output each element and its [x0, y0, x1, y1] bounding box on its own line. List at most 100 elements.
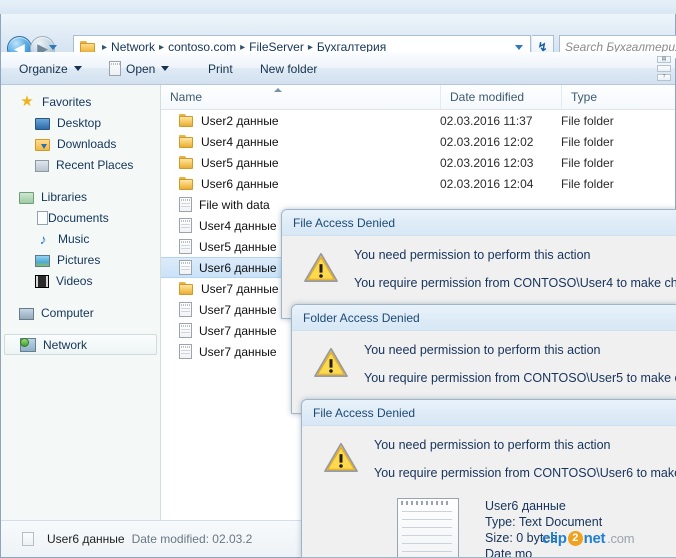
sidebar-group-libraries[interactable]: Libraries [1, 186, 160, 207]
table-row[interactable]: User2 данные 02.03.2016 11:37 File folde… [161, 110, 675, 131]
command-toolbar: Organize Open Print New folder ▤ ? [1, 52, 675, 85]
print-button[interactable]: Print [208, 52, 233, 85]
sidebar-item-documents[interactable]: Documents [1, 207, 160, 228]
organize-button[interactable]: Organize [19, 52, 82, 85]
breadcrumb-separator-3: ▸ [307, 41, 313, 53]
table-row[interactable]: User6 данные 02.03.2016 12:04 File folde… [161, 173, 675, 194]
row-name-label: User2 данные [201, 113, 279, 128]
open-button[interactable]: Open [109, 52, 170, 85]
sidebar-group-favorites[interactable]: ★ Favorites [1, 91, 160, 112]
file-icon [179, 260, 192, 275]
dialog-file-access-denied-1[interactable]: File Access Denied You need permission t… [281, 209, 676, 319]
dialog-headline: You need permission to perform this acti… [354, 248, 591, 262]
sidebar-item-label: Documents [48, 210, 109, 225]
dialog-title-bar: File Access Denied [282, 210, 676, 236]
column-header-type[interactable]: Type [561, 85, 675, 109]
row-name-cell: User4 данные [179, 135, 279, 149]
dialog-folder-access-denied[interactable]: Folder Access Denied You need permission… [291, 304, 676, 414]
sidebar-item-pictures[interactable]: Pictures [1, 249, 160, 270]
sidebar-item-videos[interactable]: Videos [1, 270, 160, 291]
dialog-detail: You require permission from CONTOSO\User… [374, 466, 676, 480]
table-row[interactable]: User5 данные 02.03.2016 12:03 File folde… [161, 152, 675, 173]
sidebar-item-recent-places[interactable]: Recent Places [1, 154, 160, 175]
file-detail-type: Type: Text Document [485, 515, 603, 529]
sidebar-item-network[interactable]: Network [4, 334, 157, 355]
new-folder-button[interactable]: New folder [260, 52, 317, 85]
column-header-label: Type [571, 90, 598, 104]
file-icon [179, 344, 192, 359]
dialog-headline: You need permission to perform this acti… [374, 438, 611, 452]
document-icon [21, 531, 37, 547]
sidebar-group-label: Computer [41, 305, 94, 320]
star-icon: ★ [20, 92, 34, 110]
music-icon: ♪ [39, 230, 47, 247]
dialog-title-label: File Access Denied [313, 405, 416, 420]
pictures-icon [35, 254, 50, 267]
folder-icon [179, 177, 194, 190]
dialog-detail: You require permission from CONTOSO\User… [364, 371, 676, 385]
sidebar-item-label: Pictures [57, 252, 101, 267]
videos-icon [35, 275, 49, 288]
sidebar-item-downloads[interactable]: Downloads [1, 133, 160, 154]
row-name-cell: User7 данные [179, 302, 277, 317]
sidebar-item-label: Videos [56, 273, 93, 288]
sidebar-item-desktop[interactable]: Desktop [1, 112, 160, 133]
row-name-label: User7 данные [201, 281, 279, 296]
row-name-label: User5 данные [199, 239, 277, 254]
sidebar-item-label: Downloads [57, 136, 117, 151]
row-name-label: User4 данные [201, 134, 279, 149]
dialog-headline: You need permission to perform this acti… [364, 343, 601, 357]
preview-pane-button[interactable] [657, 65, 671, 72]
sidebar-item-label: Recent Places [56, 157, 134, 172]
file-details-text: User6 данные Type: Text Document Size: 0… [485, 498, 603, 558]
dialog-title-bar: Folder Access Denied [292, 305, 676, 331]
computer-icon [19, 307, 34, 320]
watermark-part-4: .com [607, 531, 635, 546]
open-label: Open [126, 61, 156, 76]
sidebar-item-computer[interactable]: Computer [1, 302, 160, 323]
row-name-cell: User7 данные [179, 282, 279, 296]
dialog-title-bar: File Access Denied [302, 400, 676, 426]
file-icon [179, 197, 192, 212]
status-file-meta: Date modified: 02.03.2 [131, 532, 253, 546]
warning-icon [314, 347, 348, 377]
breadcrumb-chevron-down-icon[interactable] [515, 44, 523, 50]
new-folder-label: New folder [260, 61, 318, 76]
breadcrumb-separator-2: ▸ [240, 41, 246, 53]
recent-pages-chevron-down-icon[interactable] [49, 45, 57, 50]
sidebar-group-label: Favorites [42, 94, 92, 109]
row-type-cell: File folder [561, 176, 614, 191]
sort-ascending-icon [274, 88, 282, 92]
row-name-label: User6 данные [199, 260, 277, 275]
file-detail-name: User6 данные [485, 499, 566, 513]
warning-icon [324, 442, 358, 472]
organize-chevron-down-icon [73, 66, 82, 71]
column-header-name[interactable]: Name [161, 85, 440, 109]
change-view-button[interactable]: ▤ [657, 56, 671, 63]
file-icon [179, 239, 192, 254]
row-type-cell: File folder [561, 155, 614, 170]
row-name-cell: User7 данные [179, 344, 277, 359]
table-row[interactable]: User4 данные 02.03.2016 12:02 File folde… [161, 131, 675, 152]
watermark-part-3: net [583, 530, 606, 547]
help-button[interactable]: ? [657, 74, 671, 81]
sidebar-item-music[interactable]: ♪ Music [1, 228, 160, 249]
explorer-window: ◀ ▶ ▸ Network ▸ contoso.com ▸ FileServer… [0, 0, 676, 558]
folder-icon [179, 156, 194, 169]
folder-icon [179, 114, 194, 127]
folder-icon [179, 282, 194, 295]
column-headers: Name Date modified Type [161, 85, 675, 110]
text-document-icon [397, 498, 459, 557]
file-detail-date: Date mo [485, 547, 533, 558]
file-icon [179, 302, 192, 317]
folder-icon [179, 135, 194, 148]
sidebar-item-label: Desktop [57, 115, 102, 130]
row-type-cell: File folder [561, 113, 614, 128]
row-name-cell: User2 данные [179, 114, 279, 128]
column-header-date-modified[interactable]: Date modified [440, 85, 561, 109]
row-name-label: User7 данные [199, 344, 277, 359]
dialog-title-label: Folder Access Denied [303, 310, 420, 325]
row-name-label: User7 данные [199, 302, 277, 317]
